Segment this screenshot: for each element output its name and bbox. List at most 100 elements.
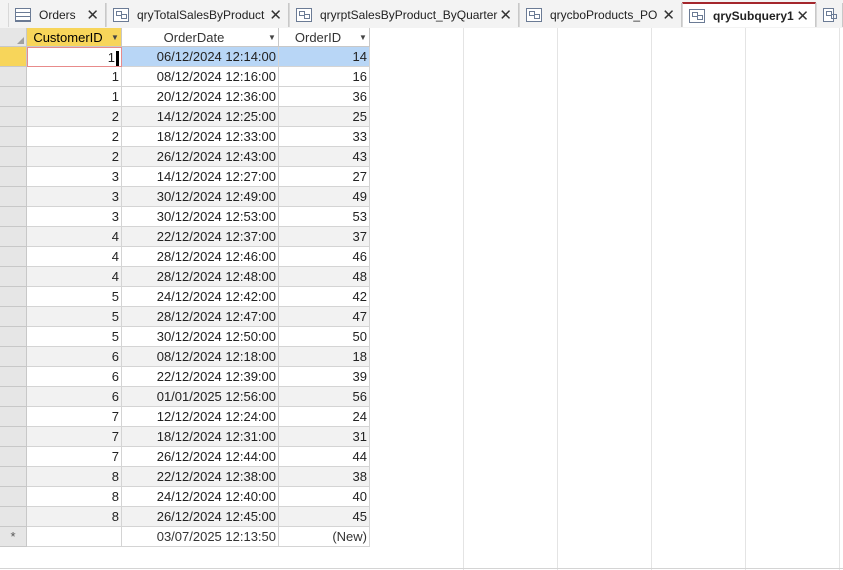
datasheet-grid[interactable]: CustomerID ▼ OrderDate ▼ OrderID ▼ 1 06/… bbox=[0, 28, 843, 570]
cell-orderdate[interactable]: 30/12/2024 12:53:00 bbox=[122, 207, 279, 227]
record-selector[interactable] bbox=[0, 247, 27, 267]
cell-customerid[interactable]: 6 bbox=[27, 347, 122, 367]
cell-orderdate[interactable]: 24/12/2024 12:42:00 bbox=[122, 287, 279, 307]
record-selector[interactable] bbox=[0, 67, 27, 87]
cell-orderid[interactable]: 46 bbox=[279, 247, 370, 267]
cell-orderid[interactable]: 39 bbox=[279, 367, 370, 387]
cell-orderdate[interactable]: 22/12/2024 12:38:00 bbox=[122, 467, 279, 487]
record-selector[interactable] bbox=[0, 507, 27, 527]
close-icon[interactable]: ✕ bbox=[662, 6, 675, 24]
record-selector[interactable] bbox=[0, 367, 27, 387]
cell-orderid[interactable]: 44 bbox=[279, 447, 370, 467]
cell-customerid[interactable]: 2 bbox=[27, 147, 122, 167]
cell-orderid[interactable]: 31 bbox=[279, 427, 370, 447]
cell-orderid[interactable]: 42 bbox=[279, 287, 370, 307]
cell-orderid[interactable]: 47 bbox=[279, 307, 370, 327]
table-row[interactable]: 4 22/12/2024 12:37:00 37 bbox=[0, 227, 370, 247]
record-selector[interactable] bbox=[0, 327, 27, 347]
new-record-icon[interactable]: * bbox=[0, 527, 27, 547]
table-row[interactable]: 3 30/12/2024 12:53:00 53 bbox=[0, 207, 370, 227]
table-row[interactable]: 8 26/12/2024 12:45:00 45 bbox=[0, 507, 370, 527]
cell-orderid[interactable]: 40 bbox=[279, 487, 370, 507]
cell-orderdate[interactable]: 08/12/2024 12:18:00 bbox=[122, 347, 279, 367]
record-selector[interactable] bbox=[0, 107, 27, 127]
cell-orderid[interactable]: 18 bbox=[279, 347, 370, 367]
cell-orderdate[interactable]: 22/12/2024 12:37:00 bbox=[122, 227, 279, 247]
cell-orderid[interactable]: (New) bbox=[279, 527, 370, 547]
cell-orderdate[interactable]: 26/12/2024 12:45:00 bbox=[122, 507, 279, 527]
table-row[interactable]: 6 22/12/2024 12:39:00 39 bbox=[0, 367, 370, 387]
table-row[interactable]: 3 14/12/2024 12:27:00 27 bbox=[0, 167, 370, 187]
tab-orders[interactable]: Orders ✕ bbox=[8, 3, 106, 27]
record-selector[interactable] bbox=[0, 307, 27, 327]
cell-orderdate[interactable]: 28/12/2024 12:47:00 bbox=[122, 307, 279, 327]
record-selector[interactable] bbox=[0, 127, 27, 147]
cell-orderid[interactable]: 37 bbox=[279, 227, 370, 247]
cell-orderdate[interactable]: 06/12/2024 12:14:00 bbox=[122, 47, 279, 67]
record-selector[interactable] bbox=[0, 147, 27, 167]
cell-customerid[interactable]: 7 bbox=[27, 447, 122, 467]
cell-orderid[interactable]: 53 bbox=[279, 207, 370, 227]
cell-orderdate[interactable]: 03/07/2025 12:13:50 bbox=[122, 527, 279, 547]
cell-customerid[interactable]: 5 bbox=[27, 307, 122, 327]
close-icon[interactable]: ✕ bbox=[796, 7, 809, 25]
record-selector[interactable] bbox=[0, 207, 27, 227]
cell-orderdate[interactable]: 22/12/2024 12:39:00 bbox=[122, 367, 279, 387]
cell-orderid[interactable]: 16 bbox=[279, 67, 370, 87]
table-row[interactable]: 1 08/12/2024 12:16:00 16 bbox=[0, 67, 370, 87]
cell-customerid[interactable]: 3 bbox=[27, 207, 122, 227]
cell-orderdate[interactable]: 18/12/2024 12:33:00 bbox=[122, 127, 279, 147]
tab-qrytotalsalesbyproduct[interactable]: qryTotalSalesByProduct ✕ bbox=[106, 3, 289, 27]
record-selector[interactable] bbox=[0, 167, 27, 187]
cell-orderdate[interactable]: 14/12/2024 12:27:00 bbox=[122, 167, 279, 187]
close-icon[interactable]: ✕ bbox=[269, 6, 282, 24]
table-row[interactable]: 4 28/12/2024 12:48:00 48 bbox=[0, 267, 370, 287]
table-row[interactable]: 6 01/01/2025 12:56:00 56 bbox=[0, 387, 370, 407]
cell-orderdate[interactable]: 20/12/2024 12:36:00 bbox=[122, 87, 279, 107]
cell-orderid[interactable]: 38 bbox=[279, 467, 370, 487]
column-header-customerid[interactable]: CustomerID ▼ bbox=[27, 28, 122, 47]
cell-orderid[interactable]: 27 bbox=[279, 167, 370, 187]
table-row[interactable]: 2 26/12/2024 12:43:00 43 bbox=[0, 147, 370, 167]
table-row[interactable]: 4 28/12/2024 12:46:00 46 bbox=[0, 247, 370, 267]
record-selector[interactable] bbox=[0, 387, 27, 407]
cell-orderdate[interactable]: 01/01/2025 12:56:00 bbox=[122, 387, 279, 407]
table-row[interactable]: 8 22/12/2024 12:38:00 38 bbox=[0, 467, 370, 487]
tab-overflow[interactable] bbox=[816, 3, 843, 27]
new-record-row[interactable]: * 03/07/2025 12:13:50 (New) bbox=[0, 527, 370, 547]
cell-customerid[interactable]: 6 bbox=[27, 387, 122, 407]
table-row[interactable]: 2 18/12/2024 12:33:00 33 bbox=[0, 127, 370, 147]
cell-customerid[interactable]: 8 bbox=[27, 487, 122, 507]
record-selector[interactable] bbox=[0, 227, 27, 247]
cell-orderdate[interactable]: 26/12/2024 12:43:00 bbox=[122, 147, 279, 167]
tab-qrysubquery1[interactable]: qrySubquery1 ✕ bbox=[682, 2, 816, 27]
record-selector[interactable] bbox=[0, 487, 27, 507]
cell-customerid[interactable]: 2 bbox=[27, 127, 122, 147]
table-row[interactable]: 7 12/12/2024 12:24:00 24 bbox=[0, 407, 370, 427]
close-icon[interactable]: ✕ bbox=[499, 6, 512, 24]
cell-customerid[interactable]: 5 bbox=[27, 327, 122, 347]
cell-customerid[interactable]: 5 bbox=[27, 287, 122, 307]
cell-orderid[interactable]: 56 bbox=[279, 387, 370, 407]
table-row[interactable]: 5 24/12/2024 12:42:00 42 bbox=[0, 287, 370, 307]
record-selector[interactable] bbox=[0, 467, 27, 487]
cell-orderdate[interactable]: 14/12/2024 12:25:00 bbox=[122, 107, 279, 127]
cell-customerid[interactable]: 4 bbox=[27, 227, 122, 247]
record-selector[interactable] bbox=[0, 87, 27, 107]
cell-customerid[interactable]: 7 bbox=[27, 407, 122, 427]
cell-orderid[interactable]: 36 bbox=[279, 87, 370, 107]
cell-customerid[interactable]: 1 bbox=[27, 47, 122, 67]
record-selector[interactable] bbox=[0, 427, 27, 447]
table-row[interactable]: 1 20/12/2024 12:36:00 36 bbox=[0, 87, 370, 107]
cell-orderid[interactable]: 49 bbox=[279, 187, 370, 207]
cell-customerid[interactable]: 3 bbox=[27, 187, 122, 207]
cell-customerid[interactable]: 7 bbox=[27, 427, 122, 447]
record-selector[interactable] bbox=[0, 407, 27, 427]
table-row[interactable]: 2 14/12/2024 12:25:00 25 bbox=[0, 107, 370, 127]
dropdown-arrow-icon[interactable]: ▼ bbox=[266, 33, 278, 42]
cell-customerid[interactable]: 4 bbox=[27, 267, 122, 287]
cell-orderid[interactable]: 14 bbox=[279, 47, 370, 67]
tab-qrycboproducts-po[interactable]: qrycboProducts_PO ✕ bbox=[519, 3, 682, 27]
record-selector[interactable] bbox=[0, 447, 27, 467]
table-row[interactable]: 8 24/12/2024 12:40:00 40 bbox=[0, 487, 370, 507]
